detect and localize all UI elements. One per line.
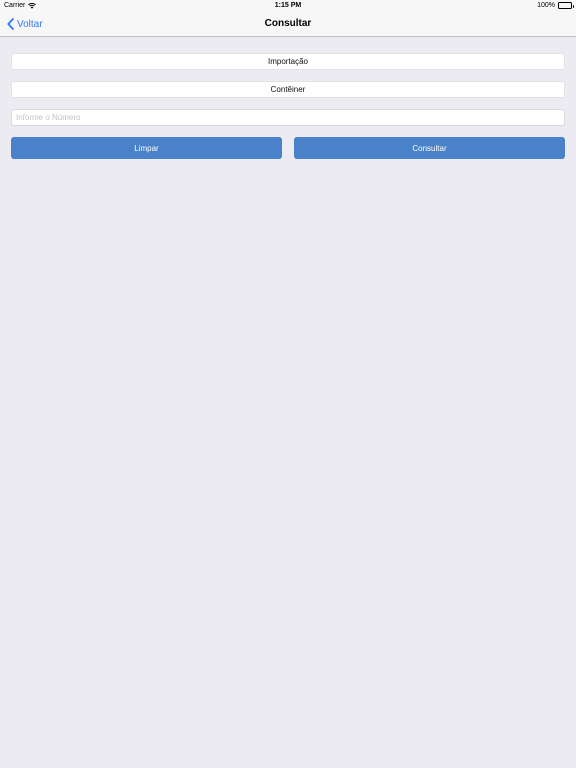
battery-percentage: 100% xyxy=(537,2,555,9)
navigation-bar: Voltar Consultar xyxy=(0,12,576,37)
form-actions: Limpar Consultar xyxy=(11,137,565,159)
status-time: 1:15 PM xyxy=(274,2,302,9)
page-title: Consultar xyxy=(264,18,312,29)
battery-info: 100% xyxy=(537,2,574,9)
type-selector[interactable]: Importação xyxy=(11,53,565,70)
search-button[interactable]: Consultar xyxy=(294,137,565,159)
query-form: Importação Contêiner Limpar Consultar xyxy=(11,53,565,159)
category-selector[interactable]: Contêiner xyxy=(11,81,565,98)
battery-icon xyxy=(558,2,574,9)
status-bar: Carrier 1:15 PM 100% xyxy=(0,0,576,12)
number-input[interactable] xyxy=(11,109,565,126)
clear-button[interactable]: Limpar xyxy=(11,137,282,159)
